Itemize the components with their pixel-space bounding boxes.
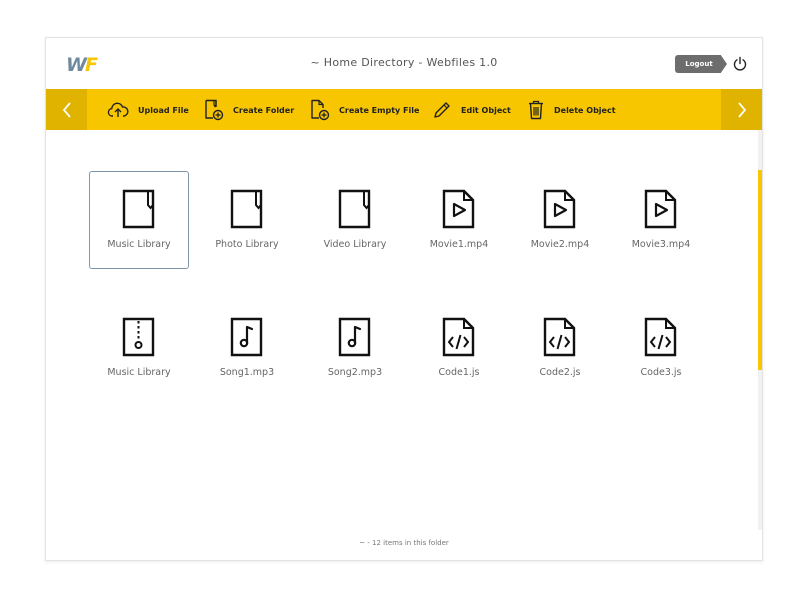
edit-object-button[interactable]: Edit Object (432, 99, 511, 121)
file-item-movie2[interactable]: Movie2.mp4 (510, 171, 610, 269)
chevron-left-icon (62, 101, 71, 118)
file-add-icon (311, 99, 330, 121)
file-item-video-library[interactable]: Video Library (305, 171, 405, 269)
chevron-right-icon (737, 101, 746, 118)
delete-object-label: Delete Object (554, 105, 616, 115)
logout-button[interactable]: Logout (675, 55, 727, 73)
code-file-icon (442, 317, 475, 357)
create-folder-button[interactable]: Create Folder (204, 99, 294, 121)
file-item-song1[interactable]: Song1.mp3 (197, 299, 297, 397)
video-file-icon (543, 189, 576, 229)
toolbar: Upload File Create Folder Create Empty F… (46, 89, 762, 130)
create-empty-file-button[interactable]: Create Empty File (310, 99, 419, 121)
audio-file-icon (338, 317, 371, 357)
file-item-code1[interactable]: Code1.js (409, 299, 509, 397)
folder-icon (338, 189, 371, 229)
page-title: ~ Home Directory - Webfiles 1.0 (310, 56, 498, 69)
file-item-song2[interactable]: Song2.mp3 (305, 299, 405, 397)
webfiles-window: WF ~ Home Directory - Webfiles 1.0 Logou… (45, 37, 763, 561)
folder-add-icon (205, 99, 224, 121)
file-label: Music Library (107, 367, 171, 378)
file-label: Movie1.mp4 (429, 239, 489, 250)
file-label: Movie3.mp4 (631, 239, 691, 250)
video-file-icon (442, 189, 475, 229)
folder-icon (122, 189, 155, 229)
file-label: Movie2.mp4 (530, 239, 590, 250)
file-label: Music Library (107, 239, 171, 250)
cloud-upload-icon (107, 102, 129, 117)
app-header: WF ~ Home Directory - Webfiles 1.0 Logou… (46, 38, 762, 89)
file-item-code3[interactable]: Code3.js (611, 299, 711, 397)
pencil-icon (434, 102, 450, 118)
file-label: Code1.js (438, 367, 480, 378)
file-label: Code3.js (640, 367, 682, 378)
file-label: Song2.mp3 (327, 367, 383, 378)
file-item-movie3[interactable]: Movie3.mp4 (611, 171, 711, 269)
scroll-left-button[interactable] (46, 89, 87, 130)
create-empty-file-label: Create Empty File (339, 105, 420, 115)
upload-file-button[interactable]: Upload File (107, 99, 189, 121)
file-item-code2[interactable]: Code2.js (510, 299, 610, 397)
code-file-icon (543, 317, 576, 357)
file-item-music-library[interactable]: Music Library (89, 171, 189, 269)
file-item-music-library-archive[interactable]: Music Library (89, 299, 189, 397)
folder-icon (230, 189, 263, 229)
file-label: Video Library (323, 239, 387, 250)
trash-icon (529, 100, 543, 120)
code-file-icon (644, 317, 677, 357)
file-item-movie1[interactable]: Movie1.mp4 (409, 171, 509, 269)
file-grid: Music Library Photo Library Video Librar… (46, 130, 762, 560)
delete-object-button[interactable]: Delete Object (527, 99, 616, 121)
create-folder-label: Create Folder (233, 105, 295, 115)
scrollbar-thumb[interactable] (758, 170, 762, 370)
file-label: Song1.mp3 (219, 367, 275, 378)
video-file-icon (644, 189, 677, 229)
file-label: Code2.js (539, 367, 581, 378)
upload-file-label: Upload File (138, 105, 189, 115)
audio-file-icon (230, 317, 263, 357)
archive-file-icon (122, 317, 155, 357)
file-label: Photo Library (215, 239, 279, 250)
file-item-photo-library[interactable]: Photo Library (197, 171, 297, 269)
scroll-right-button[interactable] (721, 89, 762, 130)
power-icon[interactable] (732, 56, 748, 72)
edit-object-label: Edit Object (461, 105, 511, 115)
status-bar: ~ - 12 items in this folder (359, 539, 449, 547)
